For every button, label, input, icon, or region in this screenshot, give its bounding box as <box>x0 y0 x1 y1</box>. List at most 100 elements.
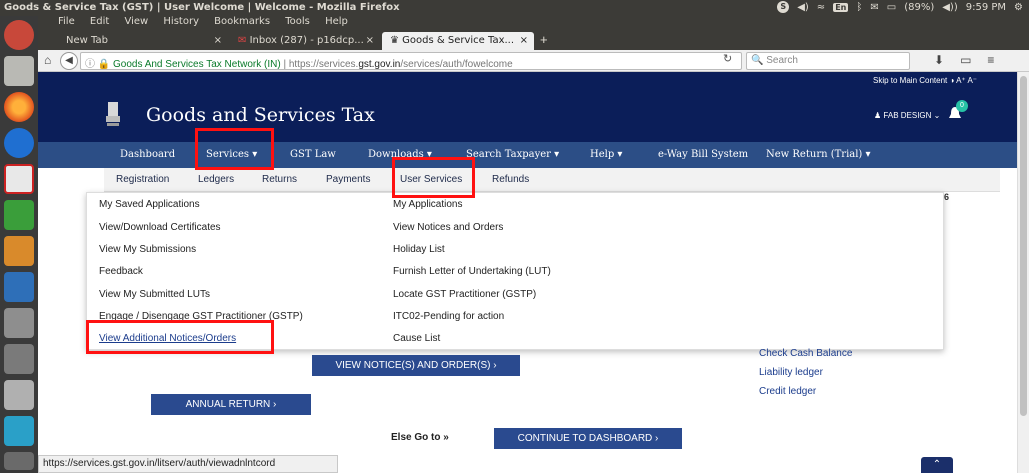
launcher-software-icon[interactable] <box>4 308 34 338</box>
launcher-drive-icon[interactable] <box>4 380 34 410</box>
link-credit-ledger[interactable]: Credit ledger <box>759 386 816 397</box>
url-path: /services/auth/fowelcome <box>400 59 513 70</box>
menu-holiday-list[interactable]: Holiday List <box>393 244 445 255</box>
menu-view-notices-and-orders[interactable]: View Notices and Orders <box>393 222 503 233</box>
launcher-impress-icon[interactable] <box>4 236 34 266</box>
tab-inbox[interactable]: ✉ Inbox (287) - p16dcp... × <box>230 32 380 50</box>
subnav-registration[interactable]: Registration <box>116 168 169 192</box>
subnav-returns[interactable]: Returns <box>262 168 297 192</box>
menu-furnish-lut[interactable]: Furnish Letter of Undertaking (LUT) <box>393 266 551 277</box>
menu-file[interactable]: File <box>58 16 75 27</box>
launcher-trash-icon[interactable] <box>4 452 34 470</box>
menu-view-download-certificates[interactable]: View/Download Certificates <box>99 222 221 233</box>
volume-icon[interactable]: ◀) <box>797 2 809 13</box>
tab-label: Goods & Service Tax... <box>402 35 515 46</box>
skype-icon[interactable]: S <box>777 1 790 13</box>
link-check-cash-balance[interactable]: Check Cash Balance <box>759 348 852 359</box>
sidebar-icon[interactable]: ▭ <box>960 53 971 67</box>
tab-label: New Tab <box>66 35 108 46</box>
nav-services[interactable]: Services ▾ <box>198 142 266 168</box>
tab-label: Inbox (287) - p16dcp... <box>249 35 364 46</box>
tab-gst[interactable]: ♛ Goods & Service Tax... × <box>382 32 534 50</box>
download-icon[interactable]: ⬇ <box>934 53 944 67</box>
user-services-dropdown: My Saved Applications View/Download Cert… <box>86 192 944 350</box>
menu-edit[interactable]: Edit <box>90 16 109 27</box>
menu-history[interactable]: History <box>163 16 199 27</box>
window-title: Goods & Service Tax (GST) | User Welcome… <box>4 2 400 13</box>
launcher-firefox-icon[interactable] <box>4 92 34 122</box>
wifi-icon[interactable]: ≈ <box>817 2 825 13</box>
mail-icon[interactable]: ✉ <box>870 2 878 13</box>
menu-locate-gstp[interactable]: Locate GST Practitioner (GSTP) <box>393 289 536 300</box>
menu-my-applications[interactable]: My Applications <box>393 199 462 210</box>
page-scrollbar[interactable] <box>1017 72 1029 473</box>
menu-tools[interactable]: Tools <box>285 16 310 27</box>
browser-nav-bar: ⌂ ◀ ⓘ 🔒 Goods And Services Tax Network (… <box>38 50 1029 72</box>
subnav-payments[interactable]: Payments <box>326 168 370 192</box>
home-icon[interactable]: ⌂ <box>44 53 51 67</box>
close-icon[interactable]: × <box>214 35 222 46</box>
subnav-user-services[interactable]: User Services <box>400 168 462 192</box>
new-tab-plus-icon[interactable]: + <box>540 32 548 47</box>
hamburger-menu-icon[interactable]: ≡ <box>987 53 994 67</box>
notification-bell[interactable]: 0 <box>948 100 968 120</box>
battery-icon[interactable]: ▭ <box>887 2 896 13</box>
launcher-files-icon[interactable] <box>4 56 34 86</box>
site-title[interactable]: Goods and Services Tax <box>146 104 375 126</box>
scrollbar-thumb[interactable] <box>1020 76 1027 416</box>
nav-eway-bill[interactable]: e-Way Bill System <box>650 142 756 168</box>
menu-engage-disengage-gstp[interactable]: Engage / Disengage GST Practitioner (GST… <box>99 311 303 322</box>
info-icon[interactable]: ⓘ <box>85 59 95 69</box>
tab-new-tab[interactable]: New Tab × <box>58 32 228 50</box>
annual-return-button[interactable]: ANNUAL RETURN › <box>151 394 311 415</box>
launcher-acrobat-icon[interactable] <box>4 164 34 194</box>
close-icon[interactable]: × <box>366 35 374 46</box>
menu-view[interactable]: View <box>124 16 148 27</box>
battery-percent: (89%) <box>904 1 935 13</box>
nav-dashboard[interactable]: Dashboard <box>112 142 183 168</box>
launcher-dash-icon[interactable] <box>4 20 34 50</box>
gst-header: Goods and Services Tax ♟ FAB DESIGN ⌄ 0 <box>38 90 1017 142</box>
url-bar[interactable]: ⓘ 🔒 Goods And Services Tax Network (IN) … <box>80 52 742 70</box>
menu-my-saved-applications[interactable]: My Saved Applications <box>99 199 200 210</box>
subnav-refunds[interactable]: Refunds <box>492 168 529 192</box>
sound-icon[interactable]: ◀)) <box>942 2 958 13</box>
reload-icon[interactable]: ↻ <box>723 52 732 65</box>
menu-feedback[interactable]: Feedback <box>99 266 143 277</box>
nav-help[interactable]: Help ▾ <box>582 142 630 168</box>
view-notices-orders-button[interactable]: VIEW NOTICE(S) AND ORDER(S) › <box>312 355 520 376</box>
nav-gst-law[interactable]: GST Law <box>282 142 344 168</box>
back-to-top-button[interactable]: ⌃ <box>921 457 953 473</box>
nav-new-return[interactable]: New Return (Trial) ▾ <box>758 142 879 168</box>
launcher-writer-icon[interactable] <box>4 272 34 302</box>
bluetooth-icon[interactable]: ᛒ <box>856 2 862 13</box>
menu-view-submitted-luts[interactable]: View My Submitted LUTs <box>99 289 210 300</box>
settings-gear-icon[interactable]: ⚙ <box>1014 2 1023 13</box>
launcher-settings-icon[interactable] <box>4 344 34 374</box>
menu-view-my-submissions[interactable]: View My Submissions <box>99 244 196 255</box>
menu-itc02-pending[interactable]: ITC02-Pending for action <box>393 311 504 322</box>
menu-help[interactable]: Help <box>325 16 348 27</box>
menu-view-additional-notices[interactable]: View Additional Notices/Orders <box>99 333 236 344</box>
notification-count: 0 <box>956 100 968 112</box>
continue-to-dashboard-button[interactable]: CONTINUE TO DASHBOARD › <box>494 428 682 449</box>
subnav-ledgers[interactable]: Ledgers <box>198 168 234 192</box>
close-icon[interactable]: × <box>520 35 528 46</box>
clock[interactable]: 9:59 PM <box>966 2 1006 13</box>
launcher-teamviewer-icon[interactable] <box>4 128 34 158</box>
nav-downloads[interactable]: Downloads ▾ <box>360 142 440 168</box>
skip-to-main-link[interactable]: Skip to Main Content ◑ A⁺ A⁻ <box>873 76 977 85</box>
search-input[interactable]: 🔍 Search <box>746 52 910 70</box>
link-liability-ledger[interactable]: Liability ledger <box>759 367 823 378</box>
user-menu[interactable]: ♟ FAB DESIGN ⌄ <box>874 111 940 120</box>
menu-bookmarks[interactable]: Bookmarks <box>214 16 270 27</box>
keyboard-layout[interactable]: En <box>833 2 849 12</box>
nav-search-taxpayer[interactable]: Search Taxpayer ▾ <box>458 142 567 168</box>
launcher-calc-icon[interactable] <box>4 200 34 230</box>
gst-favicon-icon: ♛ <box>390 35 399 46</box>
back-arrow-icon[interactable]: ◀ <box>60 52 78 70</box>
launcher-app-icon[interactable] <box>4 416 34 446</box>
menu-cause-list[interactable]: Cause List <box>393 333 440 344</box>
nav-toolbar: ⬇ ▭ ≡ <box>934 53 994 67</box>
services-sub-nav: Registration Ledgers Returns Payments Us… <box>104 168 1000 192</box>
